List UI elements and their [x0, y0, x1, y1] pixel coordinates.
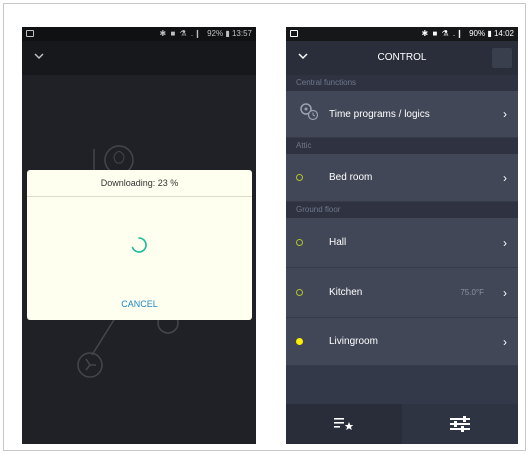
- loading-spinner-icon: [131, 237, 147, 253]
- gear-clock-icon: [300, 103, 319, 121]
- status-indicator-icon: [296, 289, 303, 296]
- list-item-hall[interactable]: Hall ›: [286, 218, 518, 268]
- right-phone-screen: ✱ ■ ⚗ .❙ 90% ▮ 14:02 CONTROL Central fun…: [286, 27, 518, 444]
- list-item-bed-room[interactable]: Bed room ›: [286, 154, 518, 202]
- battery-icon: ▮: [487, 29, 492, 38]
- status-indicator-icon: [296, 174, 303, 181]
- header: CONTROL: [286, 41, 518, 75]
- chevron-right-icon: ›: [503, 107, 507, 121]
- section-attic: Attic: [286, 138, 518, 154]
- chevron-right-icon: ›: [503, 334, 507, 349]
- download-dialog: Downloading: 23 % CANCEL: [27, 170, 252, 320]
- status-bar: ✱ ■ ⚗ .❙ 90% ▮ 14:02: [286, 27, 518, 41]
- status-icons: ✱ ■ ⚗ .❙: [421, 29, 464, 38]
- clock: 14:02: [493, 29, 514, 38]
- list-item-livingroom[interactable]: Livingroom ›: [286, 318, 518, 366]
- list-item-label: Bed room: [329, 172, 373, 183]
- page-title: CONTROL: [377, 52, 427, 63]
- list-item-time-programs[interactable]: Time programs / logics ›: [286, 91, 518, 138]
- section-central-functions: Central functions: [286, 75, 518, 91]
- cancel-button[interactable]: CANCEL: [27, 296, 252, 312]
- list-item-label: Hall: [329, 237, 347, 248]
- bottom-tab-bar: [286, 404, 518, 444]
- section-ground-floor: Ground floor: [286, 202, 518, 218]
- list-item-label: Kitchen: [329, 287, 363, 298]
- menu-button[interactable]: [492, 48, 512, 68]
- tab-controls[interactable]: [402, 404, 518, 444]
- battery-level: 90%: [469, 29, 486, 38]
- temperature-value: 75.0°F: [460, 288, 484, 297]
- list-item-label: Time programs / logics: [329, 108, 430, 120]
- image-notification-icon: [290, 30, 298, 37]
- list-item-label: Livingroom: [329, 336, 378, 347]
- status-indicator-icon: [296, 338, 303, 345]
- chevron-right-icon: ›: [503, 235, 507, 250]
- list-star-icon: [334, 418, 354, 430]
- left-phone-screen: ✱ ■ ⚗ .❙ 92% ▮ 13:57 Downloading: 23 % C…: [22, 27, 256, 444]
- list-item-kitchen[interactable]: Kitchen 75.0°F ›: [286, 268, 518, 318]
- sliders-icon: [450, 416, 470, 432]
- tab-favorites[interactable]: [286, 404, 402, 444]
- status-indicator-icon: [296, 239, 303, 246]
- download-progress-text: Downloading: 23 %: [27, 170, 252, 197]
- chevron-right-icon: ›: [503, 170, 507, 185]
- chevron-right-icon: ›: [503, 285, 507, 300]
